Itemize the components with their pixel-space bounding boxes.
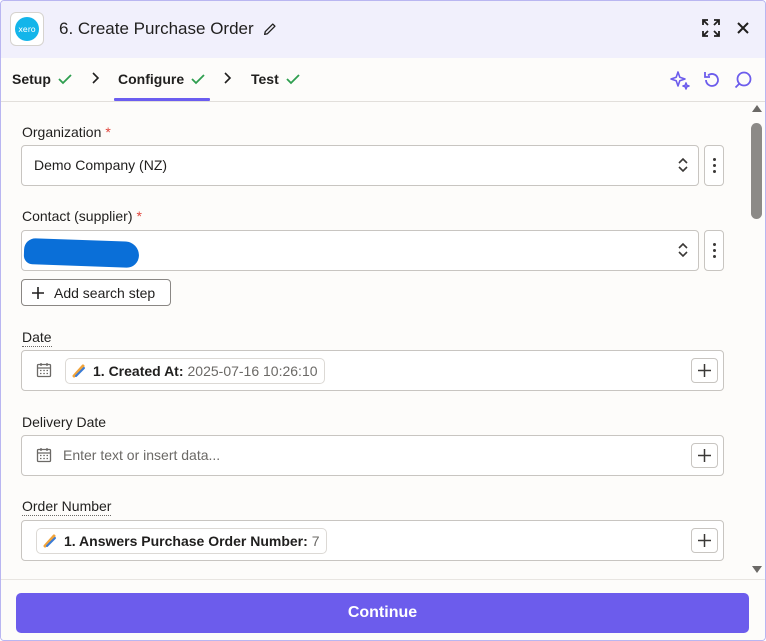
select-arrows-icon <box>678 242 688 258</box>
close-icon[interactable] <box>732 17 754 39</box>
required-marker: * <box>136 208 142 224</box>
xero-app-logo: xero <box>10 12 44 46</box>
panel-footer: Continue <box>1 579 765 640</box>
order-number-data-pill[interactable]: 1. Answers Purchase Order Number: 7 <box>36 528 327 554</box>
date-data-pill[interactable]: 1. Created At: 2025-07-16 10:26:10 <box>65 358 325 384</box>
required-marker: * <box>105 124 111 140</box>
order-number-label: Order Number <box>22 498 112 516</box>
tab-test-label: Test <box>251 71 279 87</box>
check-icon <box>286 73 300 85</box>
insert-data-button[interactable] <box>691 528 718 553</box>
scroll-down-arrow[interactable] <box>752 566 762 573</box>
delivery-date-placeholder: Enter text or insert data... <box>63 447 221 463</box>
add-search-step-button[interactable]: Add search step <box>21 279 171 306</box>
zap-step-icon <box>72 364 86 378</box>
editor-panel: xero 6. Create Purchase Order Setup Conf… <box>0 0 766 641</box>
panel-header: xero 6. Create Purchase Order <box>1 1 765 58</box>
organization-more-button[interactable] <box>704 145 724 186</box>
vertical-scrollbar[interactable] <box>748 103 765 579</box>
scroll-up-arrow[interactable] <box>752 105 762 112</box>
add-search-step-label: Add search step <box>54 284 156 301</box>
tab-test[interactable]: Test <box>251 71 300 87</box>
order-number-pill-key: 1. Answers Purchase Order Number: <box>64 533 308 549</box>
plus-icon <box>32 286 44 299</box>
order-number-pill-value: 7 <box>311 533 320 549</box>
organization-label-text: Organization <box>22 124 102 140</box>
zap-step-icon <box>43 534 57 548</box>
organization-select[interactable]: Demo Company (NZ) <box>21 145 699 186</box>
tab-configure-label: Configure <box>118 71 185 87</box>
contact-label-text: Contact (supplier) <box>22 208 133 224</box>
select-arrows-icon <box>678 157 688 173</box>
step-tabs: Setup Configure Test <box>1 58 765 102</box>
tab-setup[interactable]: Setup <box>12 71 72 87</box>
pencil-icon[interactable] <box>262 22 277 37</box>
date-pill-key: 1. Created At: <box>93 363 184 379</box>
chevron-right-icon <box>224 72 232 84</box>
check-icon <box>191 73 205 85</box>
date-label: Date <box>22 329 52 347</box>
date-label-text: Date <box>22 329 52 347</box>
date-pill-value: 2025-07-16 10:26:10 <box>187 363 318 379</box>
delivery-date-label-text: Delivery Date <box>22 414 107 430</box>
contact-more-button[interactable] <box>704 230 724 271</box>
check-icon <box>58 73 72 85</box>
step-title-text: 6. Create Purchase Order <box>59 19 254 38</box>
calendar-icon <box>36 447 52 463</box>
calendar-icon <box>36 362 52 378</box>
contact-label: Contact (supplier) * <box>22 208 142 224</box>
continue-button[interactable]: Continue <box>16 593 749 633</box>
redacted-contact-value <box>23 238 140 268</box>
order-number-label-text: Order Number <box>22 498 112 516</box>
active-tab-indicator <box>114 98 210 101</box>
organization-label: Organization * <box>22 124 111 140</box>
insert-data-button[interactable] <box>691 358 718 383</box>
delivery-date-field[interactable]: Enter text or insert data... <box>21 435 724 476</box>
search-comment-icon[interactable] <box>732 69 754 91</box>
undo-icon[interactable] <box>701 69 723 91</box>
expand-icon[interactable] <box>700 17 722 39</box>
chevron-right-icon <box>92 72 100 84</box>
date-field[interactable]: 1. Created At: 2025-07-16 10:26:10 <box>21 350 724 391</box>
order-number-field[interactable]: 1. Answers Purchase Order Number: 7 <box>21 520 724 561</box>
tab-configure[interactable]: Configure <box>118 71 205 87</box>
tab-setup-label: Setup <box>12 71 51 87</box>
xero-logo-mark: xero <box>15 17 39 41</box>
contact-select[interactable] <box>21 230 699 271</box>
organization-value: Demo Company (NZ) <box>34 157 168 173</box>
sparkle-icon[interactable] <box>669 69 691 91</box>
step-title[interactable]: 6. Create Purchase Order <box>59 19 277 39</box>
form-content: Organization * Demo Company (NZ) Contact … <box>1 103 747 579</box>
insert-data-button[interactable] <box>691 443 718 468</box>
delivery-date-label: Delivery Date <box>22 414 106 430</box>
scroll-thumb[interactable] <box>751 123 762 219</box>
